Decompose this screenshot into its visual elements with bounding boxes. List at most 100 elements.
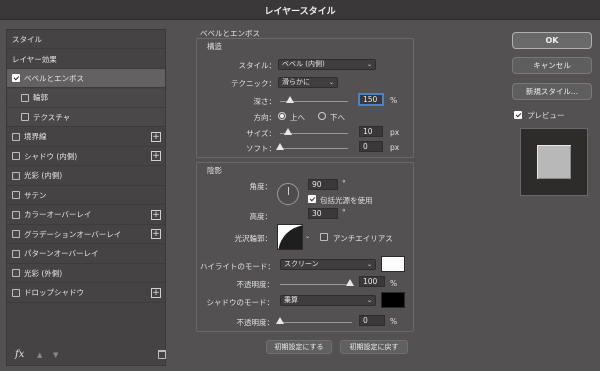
angle-degree: ° bbox=[342, 179, 346, 188]
effect-checkbox[interactable] bbox=[21, 93, 29, 102]
effect-item[interactable]: テクスチャ bbox=[7, 108, 165, 127]
style-label: スタイル： bbox=[238, 61, 277, 70]
shadow-color-swatch[interactable] bbox=[381, 292, 405, 308]
highlight-opacity-input[interactable]: 100 bbox=[359, 276, 385, 287]
gloss-contour-label: 光沢輪郭： bbox=[234, 234, 273, 243]
effect-checkbox[interactable] bbox=[12, 249, 20, 258]
shadow-mode-select[interactable]: 乗算 ⌄ bbox=[280, 295, 376, 306]
direction-up-label: 上へ bbox=[290, 113, 305, 122]
make-default-button[interactable]: 初期設定にする bbox=[266, 340, 332, 354]
anti-alias-checkbox[interactable] bbox=[320, 233, 328, 241]
soften-input[interactable]: 0 bbox=[359, 141, 383, 152]
style-header[interactable]: スタイル bbox=[7, 30, 165, 49]
technique-select-value: 滑らかに bbox=[282, 78, 310, 86]
effect-checkbox[interactable] bbox=[12, 230, 20, 238]
highlight-opacity-label: 不透明度： bbox=[236, 280, 275, 289]
add-effect-icon[interactable]: + bbox=[151, 131, 161, 142]
effect-label: ドロップシャドウ bbox=[24, 288, 84, 297]
effect-item[interactable]: 光彩 (内側) bbox=[7, 167, 165, 186]
add-effect-icon[interactable]: + bbox=[151, 209, 161, 220]
effect-label: ベベルとエンボス bbox=[24, 73, 84, 83]
effect-item[interactable]: ベベルとエンボス bbox=[7, 69, 165, 88]
effect-item[interactable]: グラデーションオーバーレイ + bbox=[7, 225, 165, 244]
effect-checkbox[interactable] bbox=[12, 210, 20, 219]
highlight-opacity-track[interactable] bbox=[280, 284, 352, 285]
shadow-opacity-track[interactable] bbox=[280, 322, 352, 323]
highlight-opacity-unit: % bbox=[390, 279, 398, 288]
effect-label: カラーオーバーレイ bbox=[24, 210, 92, 219]
shadow-opacity-thumb[interactable] bbox=[276, 317, 284, 324]
new-style-button[interactable]: 新規スタイル... bbox=[512, 83, 592, 100]
highlight-mode-select[interactable]: スクリーン ⌄ bbox=[280, 259, 376, 270]
effect-checkbox[interactable] bbox=[12, 152, 20, 160]
cancel-button[interactable]: キャンセル bbox=[512, 57, 592, 74]
global-light-checkbox[interactable] bbox=[308, 195, 316, 203]
depth-unit: % bbox=[390, 96, 398, 105]
move-down-icon[interactable]: ▼ bbox=[53, 351, 58, 359]
altitude-input[interactable]: 30 bbox=[308, 208, 338, 219]
global-light-label: 包括光源を使用 bbox=[320, 196, 373, 205]
direction-down-radio[interactable] bbox=[318, 112, 326, 120]
style-header-label: スタイル bbox=[12, 34, 42, 44]
reset-default-button[interactable]: 初期設定に戻す bbox=[340, 340, 408, 354]
effect-checkbox[interactable] bbox=[12, 191, 20, 199]
direction-up-radio[interactable] bbox=[278, 112, 286, 120]
effect-item[interactable]: サテン bbox=[7, 186, 165, 205]
shadow-opacity-unit: % bbox=[390, 317, 398, 326]
add-effect-icon[interactable]: + bbox=[151, 151, 161, 161]
effect-checkbox[interactable] bbox=[12, 171, 20, 180]
shadow-mode-label: シャドウのモード： bbox=[206, 298, 275, 307]
angle-dial[interactable] bbox=[277, 183, 299, 205]
chevron-down-icon: ⌄ bbox=[328, 79, 334, 86]
move-up-icon[interactable]: ▲ bbox=[37, 351, 42, 359]
soften-slider-thumb[interactable] bbox=[276, 143, 284, 150]
altitude-label: 高度： bbox=[249, 212, 273, 221]
shadow-mode-value: 乗算 bbox=[284, 296, 298, 304]
style-select[interactable]: ベベル (内側) ⌄ bbox=[278, 59, 376, 70]
effect-label: サテン bbox=[24, 190, 47, 200]
direction-label: 方向： bbox=[253, 113, 277, 122]
soften-unit: px bbox=[390, 143, 400, 152]
direction-down-label: 下へ bbox=[330, 113, 345, 122]
depth-input[interactable]: 150 bbox=[359, 94, 383, 105]
effect-label: 光彩 (内側) bbox=[24, 171, 63, 180]
effect-checkbox[interactable] bbox=[12, 269, 20, 277]
size-unit: px bbox=[390, 128, 400, 137]
effect-item[interactable]: パターンオーバーレイ bbox=[7, 245, 165, 264]
add-effect-icon[interactable]: + bbox=[151, 287, 161, 298]
altitude-degree: ° bbox=[342, 208, 346, 217]
effect-item[interactable]: 輪郭 bbox=[7, 88, 165, 108]
preview-checkbox[interactable] bbox=[514, 111, 522, 119]
soften-slider-track[interactable] bbox=[280, 148, 348, 149]
trash-icon[interactable] bbox=[158, 350, 166, 359]
effect-checkbox[interactable] bbox=[21, 113, 29, 121]
effect-item[interactable]: シャドウ (内側) + bbox=[7, 147, 165, 166]
ok-button[interactable]: OK bbox=[512, 32, 592, 49]
highlight-color-swatch[interactable] bbox=[381, 256, 405, 272]
highlight-opacity-thumb[interactable] bbox=[346, 279, 354, 286]
angle-label: 角度： bbox=[249, 182, 273, 191]
highlight-mode-label: ハイライトのモード： bbox=[200, 262, 275, 271]
fx-icon[interactable]: fx bbox=[15, 349, 24, 360]
size-slider-thumb[interactable] bbox=[284, 128, 292, 135]
effect-item[interactable]: ドロップシャドウ + bbox=[7, 284, 165, 303]
angle-input[interactable]: 90 bbox=[308, 179, 338, 190]
effect-checkbox[interactable] bbox=[12, 132, 20, 141]
effect-label: テクスチャ bbox=[33, 112, 71, 122]
layer-style-dialog: レイヤースタイル スタイル レイヤー効果 fx ▲ ▼ ベベルとエンボス 輪郭 テク… bbox=[0, 0, 600, 371]
shadow-opacity-input[interactable]: 0 bbox=[359, 315, 385, 326]
depth-slider-thumb[interactable] bbox=[286, 96, 294, 103]
effect-item[interactable]: 境界線 + bbox=[7, 128, 165, 147]
effect-item[interactable]: カラーオーバーレイ + bbox=[7, 206, 165, 225]
effect-item[interactable]: 光彩 (外側) bbox=[7, 264, 165, 283]
effect-checkbox[interactable] bbox=[12, 288, 20, 297]
technique-select[interactable]: 滑らかに ⌄ bbox=[278, 77, 338, 88]
layer-effects-header[interactable]: レイヤー効果 bbox=[7, 50, 165, 69]
size-input[interactable]: 10 bbox=[359, 126, 383, 137]
add-effect-icon[interactable]: + bbox=[151, 229, 161, 239]
effects-list-panel: スタイル レイヤー効果 fx ▲ ▼ ベベルとエンボス輪郭テクスチャ境界線 + シャ… bbox=[6, 29, 166, 366]
size-label: サイズ： bbox=[246, 129, 276, 138]
effect-checkbox[interactable] bbox=[12, 74, 20, 82]
chevron-down-icon[interactable]: ⌄ bbox=[305, 233, 310, 240]
gloss-contour-swatch[interactable] bbox=[277, 224, 303, 250]
